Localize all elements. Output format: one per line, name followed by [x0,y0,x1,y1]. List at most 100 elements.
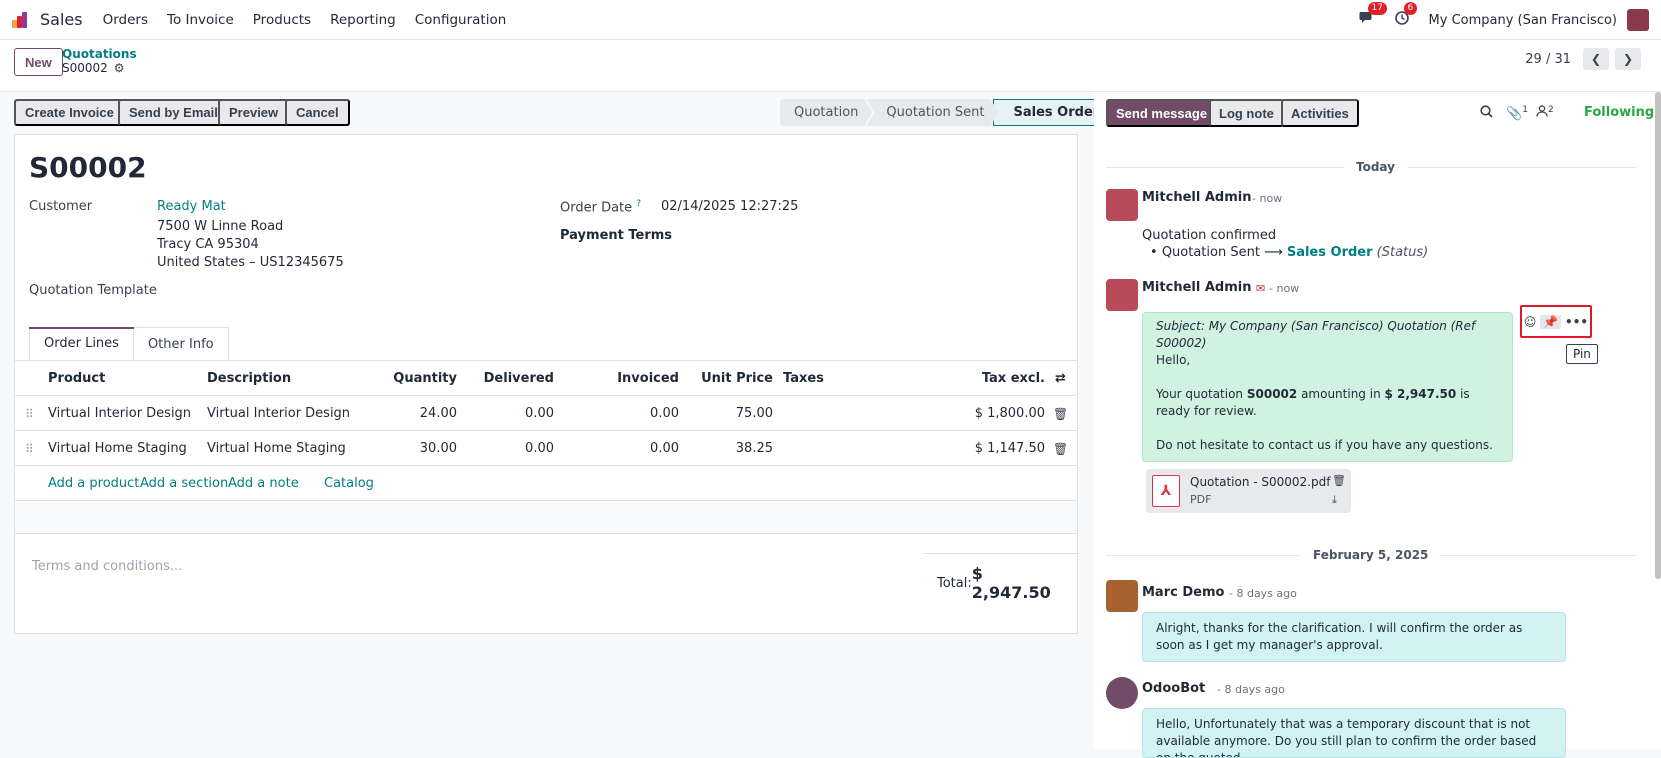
cancel-button[interactable]: Cancel [285,99,350,126]
row-product[interactable]: Virtual Home Staging [48,431,187,466]
add-note-link[interactable]: Add a note [228,476,299,491]
col-taxes[interactable]: Taxes [783,361,824,396]
preview-button[interactable]: Preview [218,99,290,126]
date-label-today: Today [1344,160,1407,174]
table-row[interactable]: ⠿ Virtual Home Staging Virtual Home Stag… [15,431,1077,466]
status-quotation[interactable]: Quotation [780,99,872,126]
log-note-button[interactable]: Log note [1209,99,1284,127]
customer-link[interactable]: Ready Mat [157,199,226,214]
add-section-link[interactable]: Add a section [140,476,228,491]
msg1-author[interactable]: Mitchell Admin [1142,190,1251,205]
row-delivered[interactable]: 0.00 [465,431,554,466]
col-product[interactable]: Product [48,361,105,396]
catalog-link[interactable]: Catalog [324,476,374,491]
col-delivered[interactable]: Delivered [465,361,554,396]
control-panel [0,40,1661,92]
author-avatar[interactable] [1106,189,1138,221]
breadcrumb-current: S00002 ⚙ [62,61,125,75]
add-product-link[interactable]: Add a product [48,476,139,491]
sales-app-icon[interactable] [12,10,32,30]
followers-icon[interactable]: 2 [1536,105,1554,121]
col-tax-excl[interactable]: Tax excl. [915,361,1045,396]
paperclip-icon[interactable]: 📎1 [1506,105,1528,121]
activities-clock-icon[interactable]: 6 [1394,2,1418,29]
order-date-label: Order Date ? [560,199,641,215]
email-subject: Subject: My Company (San Francisco) Quot… [1156,319,1476,350]
email-hello: Hello, [1156,353,1191,367]
trash-icon[interactable]: 🗑 [1053,431,1068,466]
row-unit-price[interactable]: 38.25 [695,431,773,466]
col-quantity[interactable]: Quantity [375,361,457,396]
row-invoiced[interactable]: 0.00 [575,431,679,466]
tracking-arrow: ⟶ [1264,245,1283,260]
row-quantity[interactable]: 30.00 [375,431,457,466]
new-button[interactable]: New [14,48,63,76]
following-button[interactable]: Following [1584,105,1654,120]
pin-icon[interactable]: 📌 [1540,314,1562,329]
quotation-template-label: Quotation Template [29,283,157,298]
add-reaction-icon[interactable]: ☺ [1524,315,1537,329]
col-unit-price[interactable]: Unit Price [695,361,773,396]
pin-tooltip: Pin [1566,344,1598,364]
msg2-author[interactable]: Mitchell Admin [1142,280,1251,295]
menu-to-invoice[interactable]: To Invoice [167,12,234,28]
menu-configuration[interactable]: Configuration [415,12,507,28]
chatter-scrollbar[interactable] [1655,92,1661,579]
status-quotation-sent[interactable]: Quotation Sent [866,99,998,126]
row-description[interactable]: Virtual Home Staging [207,431,346,466]
total-value: $ 2,947.50 [971,564,1051,602]
gear-icon[interactable]: ⚙ [114,61,125,75]
email-body-pre: Your quotation [1156,387,1247,401]
notebook-tabs: Order Lines Other Info [29,327,229,360]
menu-orders[interactable]: Orders [103,12,148,28]
menu-reporting[interactable]: Reporting [330,12,396,28]
help-icon[interactable]: ? [636,199,641,209]
user-avatar[interactable] [1627,9,1649,31]
row-quantity[interactable]: 24.00 [375,396,457,431]
author-avatar[interactable] [1106,580,1138,612]
menu-products[interactable]: Products [253,12,311,28]
row-product[interactable]: Virtual Interior Design [48,396,191,431]
col-description[interactable]: Description [207,361,291,396]
terms-input[interactable]: Terms and conditions... [32,559,182,574]
download-icon[interactable]: ⤓ [1332,493,1337,507]
search-icon[interactable] [1480,105,1493,122]
row-description[interactable]: Virtual Interior Design [207,396,350,431]
activities-button[interactable]: Activities [1281,99,1359,127]
trash-icon[interactable]: 🗑 [1332,474,1346,487]
more-options-icon[interactable]: ••• [1565,315,1588,329]
date-label-feb5: February 5, 2025 [1301,548,1441,562]
table-row[interactable]: ⠿ Virtual Interior Design Virtual Interi… [15,396,1077,431]
chevron-left-icon[interactable]: ❮ [1583,48,1609,70]
col-invoiced[interactable]: Invoiced [575,361,679,396]
trash-icon[interactable]: 🗑 [1053,396,1068,431]
order-date-value[interactable]: 02/14/2025 12:27:25 [661,199,798,214]
messages-icon[interactable]: 17 [1359,2,1387,29]
send-message-button[interactable]: Send message [1106,99,1218,127]
row-unit-price[interactable]: 75.00 [695,396,773,431]
pager: 29 / 31 ❮ ❯ [1525,48,1641,70]
drag-handle-icon[interactable]: ⠿ [25,431,34,466]
msg3-author[interactable]: Marc Demo [1142,585,1224,600]
top-navbar: Sales Orders To Invoice Products Reporti… [0,0,1661,40]
breadcrumb-quotations[interactable]: Quotations [62,47,137,61]
tab-order-lines[interactable]: Order Lines [29,327,134,360]
row-delivered[interactable]: 0.00 [465,396,554,431]
attachment-card[interactable]: ⅄ Quotation - S00002.pdf PDF 🗑 ⤓ [1146,469,1351,513]
app-name[interactable]: Sales [40,10,83,29]
create-invoice-button[interactable]: Create Invoice [14,99,125,126]
author-avatar[interactable] [1106,279,1138,311]
row-invoiced[interactable]: 0.00 [575,396,679,431]
address-line-3: United States – US12345675 [157,255,344,270]
odoobot-avatar[interactable] [1106,677,1138,709]
company-switcher[interactable]: My Company (San Francisco) [1429,13,1617,28]
tracking-old-value: Quotation Sent [1161,245,1260,260]
msg4-author[interactable]: OdooBot [1142,681,1205,696]
optional-columns-icon[interactable]: ⇄ [1055,361,1066,396]
pager-value[interactable]: 29 / 31 [1525,52,1571,67]
tab-other-info[interactable]: Other Info [133,327,229,360]
chevron-right-icon[interactable]: ❯ [1615,48,1641,70]
send-by-email-button[interactable]: Send by Email [118,99,229,126]
drag-handle-icon[interactable]: ⠿ [25,396,34,431]
payment-terms-label: Payment Terms [560,228,673,243]
